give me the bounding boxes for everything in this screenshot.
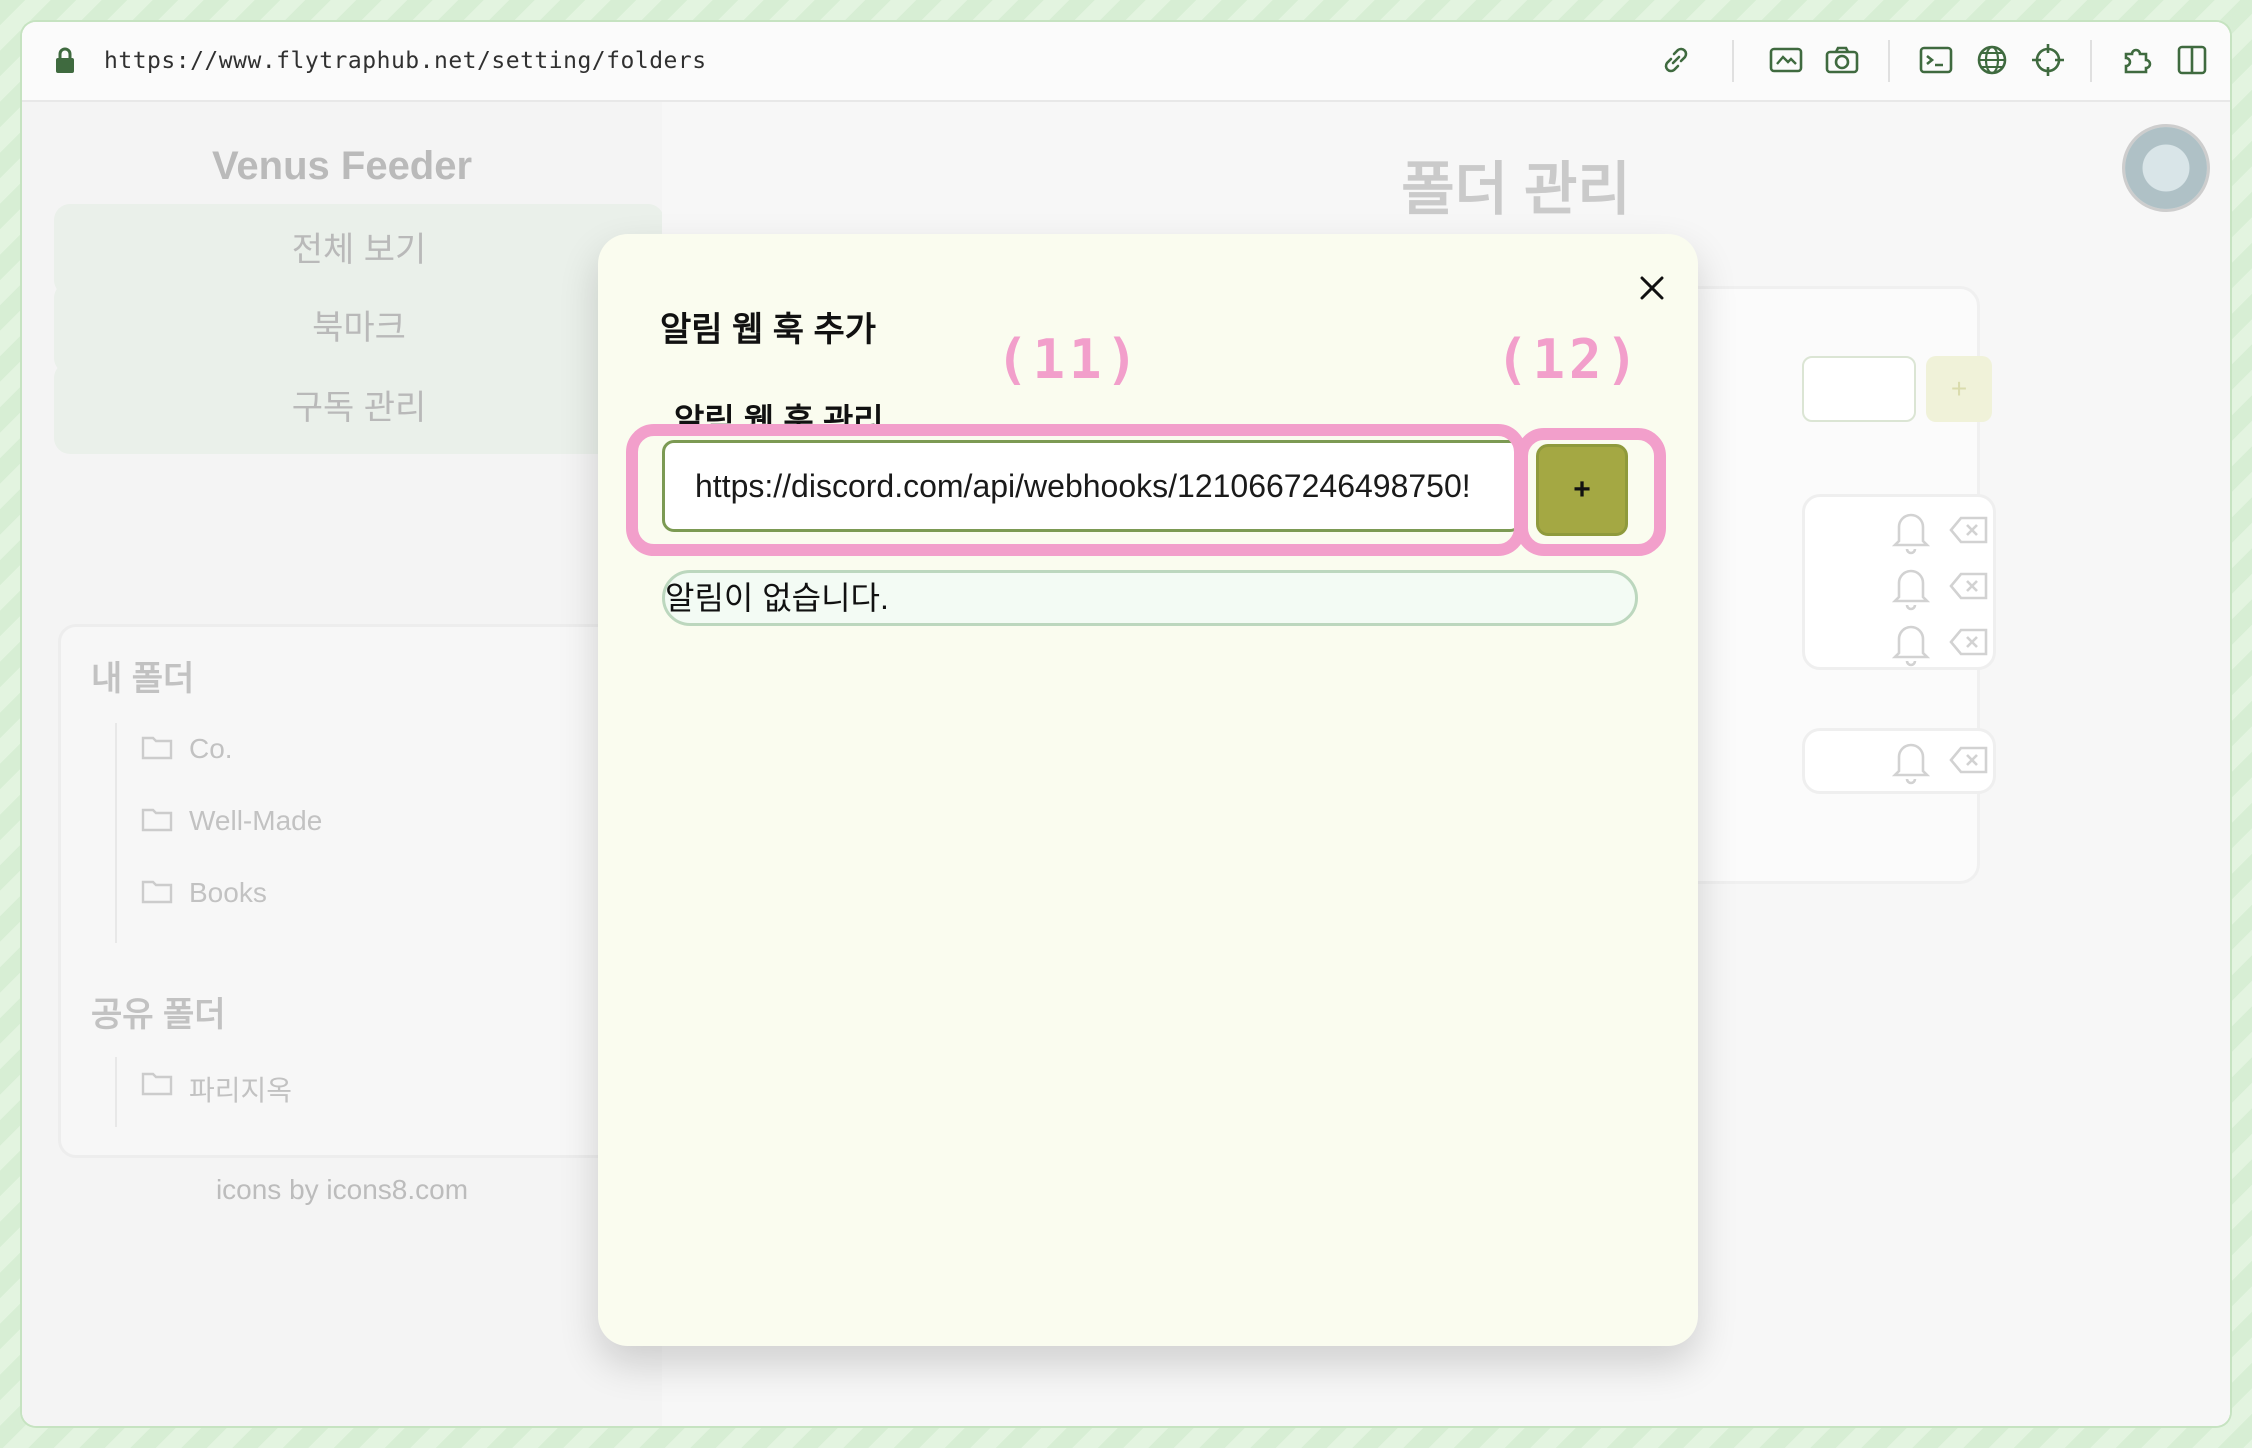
highlight-box-input <box>626 424 1526 556</box>
empty-notification-message: 알림이 없습니다. <box>662 570 1638 626</box>
browser-window: https://www.flytraphub.net/setting/folde… <box>22 22 2230 1426</box>
modal-title: 알림 웹 훅 추가 <box>660 311 877 349</box>
webhook-modal: 알림 웹 훅 추가 알림 웹 훅 관리 + 알림이 없습니다. <box>598 234 1698 1346</box>
annotation-badge-11: (11) <box>996 328 1143 391</box>
close-icon[interactable] <box>1632 268 1672 308</box>
highlight-box-button <box>1516 428 1666 556</box>
annotation-badge-12: (12) <box>1496 328 1643 391</box>
